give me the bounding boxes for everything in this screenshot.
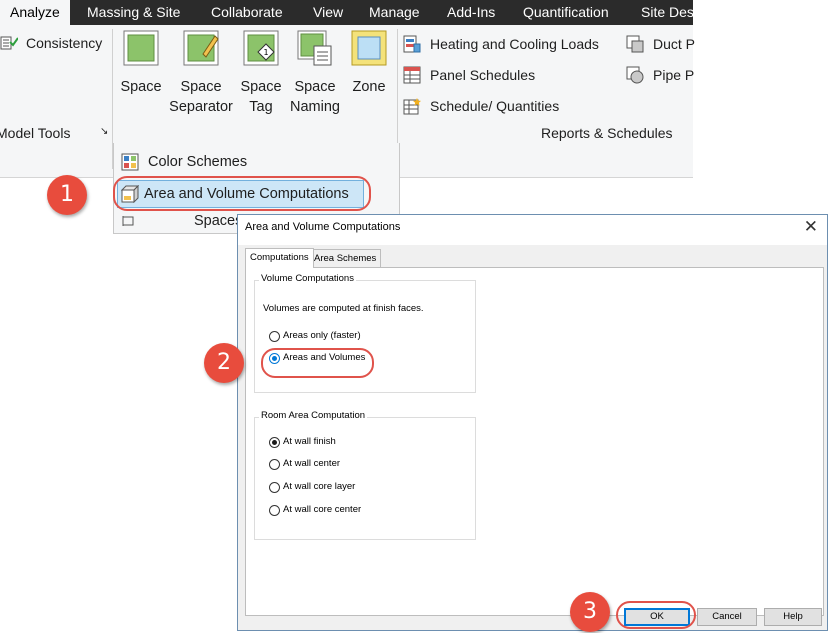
zone-button[interactable]: Zone <box>345 25 393 115</box>
spaces-panel-title-label: Spaces <box>194 213 243 229</box>
tab-manage[interactable]: Manage <box>369 0 420 25</box>
room-area-computation-group: Room Area Computation At wall finish At … <box>254 410 476 540</box>
at-wall-core-center-radio[interactable] <box>269 505 280 516</box>
cancel-button[interactable]: Cancel <box>697 608 757 626</box>
space-separator-label: Space Separator <box>169 79 233 115</box>
close-icon[interactable]: ✕ <box>804 217 818 237</box>
space-tag-icon: 1 <box>243 30 279 66</box>
zone-icon <box>351 30 387 66</box>
color-schemes-label: Color Schemes <box>148 154 248 170</box>
at-wall-center-radio[interactable] <box>269 459 280 470</box>
space-icon <box>123 30 159 66</box>
ribbon-tab-bar: Analyze Massing & Site Collaborate View … <box>0 0 694 25</box>
step-3-badge: 3 <box>570 592 610 632</box>
step-1-badge: 1 <box>47 175 87 215</box>
pin-icon[interactable] <box>121 214 137 228</box>
dialog-body: Computations Area Schemes Volume Computa… <box>238 245 827 630</box>
space-naming-label: Space Naming <box>290 79 340 115</box>
tab-analyze[interactable]: Analyze <box>0 0 70 25</box>
highlight-ring-step1 <box>113 176 371 211</box>
highlight-ring-step3 <box>616 601 696 629</box>
space-naming-button[interactable]: Space Naming <box>287 25 343 115</box>
pipe-pressure-loss-icon <box>626 66 644 84</box>
at-wall-finish-label[interactable]: At wall finish <box>283 436 336 447</box>
space-separator-icon <box>183 30 219 66</box>
highlight-ring-step2 <box>261 348 374 378</box>
at-wall-center-label[interactable]: At wall center <box>283 458 340 469</box>
tab-computations[interactable]: Computations <box>245 248 314 268</box>
tab-massing-site[interactable]: Massing & Site <box>87 0 180 25</box>
duct-pressure-loss-button[interactable]: Duct P <box>653 36 695 52</box>
panel-schedules-button[interactable]: Panel Schedules <box>430 67 535 83</box>
tab-collaborate[interactable]: Collaborate <box>211 0 283 25</box>
color-schemes-menu-item[interactable]: Color Schemes <box>120 148 392 176</box>
heating-cooling-loads-icon <box>403 35 421 53</box>
panel-separator <box>397 29 398 147</box>
zone-label: Zone <box>352 79 386 95</box>
space-naming-icon <box>297 30 332 66</box>
consistency-icon <box>0 36 18 50</box>
svg-text:1: 1 <box>263 48 268 57</box>
room-area-computation-title: Room Area Computation <box>259 410 368 421</box>
dialog-title: Area and Volume Computations <box>245 221 401 233</box>
consistency-button[interactable]: Consistency <box>26 35 102 51</box>
space-label: Space <box>120 79 162 95</box>
at-wall-finish-radio[interactable] <box>269 437 280 448</box>
at-wall-core-center-label[interactable]: At wall core center <box>283 504 361 515</box>
space-separator-button[interactable]: Space Separator <box>166 25 236 115</box>
volume-computations-title: Volume Computations <box>259 273 356 284</box>
color-schemes-icon <box>121 153 139 171</box>
schedule-quantities-icon <box>403 98 421 115</box>
help-button[interactable]: Help <box>764 608 822 626</box>
at-wall-core-layer-label[interactable]: At wall core layer <box>283 481 355 492</box>
space-tag-label: Space Tag <box>240 79 282 115</box>
area-volume-dialog: Area and Volume Computations ✕ Computati… <box>237 214 828 631</box>
reports-schedules-panel-title: Reports & Schedules <box>541 125 673 141</box>
pipe-pressure-loss-button[interactable]: Pipe P <box>653 67 694 83</box>
space-button[interactable]: Space <box>114 25 168 115</box>
panel-launcher-icon[interactable]: ↘ <box>100 126 108 137</box>
areas-only-label[interactable]: Areas only (faster) <box>283 330 361 341</box>
areas-only-radio[interactable] <box>269 331 280 342</box>
space-tag-button[interactable]: 1 Space Tag <box>236 25 286 115</box>
model-tools-panel-title: Model Tools <box>0 125 71 141</box>
panel-schedules-icon <box>403 66 421 84</box>
tab-site-design[interactable]: Site Des <box>641 0 694 25</box>
heating-cooling-loads-button[interactable]: Heating and Cooling Loads <box>430 36 599 52</box>
computations-panel: Volume Computations Volumes are computed… <box>245 267 824 616</box>
schedule-quantities-button[interactable]: Schedule/ Quantities <box>430 98 559 114</box>
duct-pressure-loss-icon <box>626 35 644 53</box>
tab-area-schemes[interactable]: Area Schemes <box>309 249 382 267</box>
volume-note: Volumes are computed at finish faces. <box>263 303 424 314</box>
at-wall-core-layer-radio[interactable] <box>269 482 280 493</box>
step-2-badge: 2 <box>204 343 244 383</box>
tab-quantification[interactable]: Quantification <box>523 0 609 25</box>
tab-view[interactable]: View <box>313 0 343 25</box>
tab-add-ins[interactable]: Add-Ins <box>447 0 495 25</box>
